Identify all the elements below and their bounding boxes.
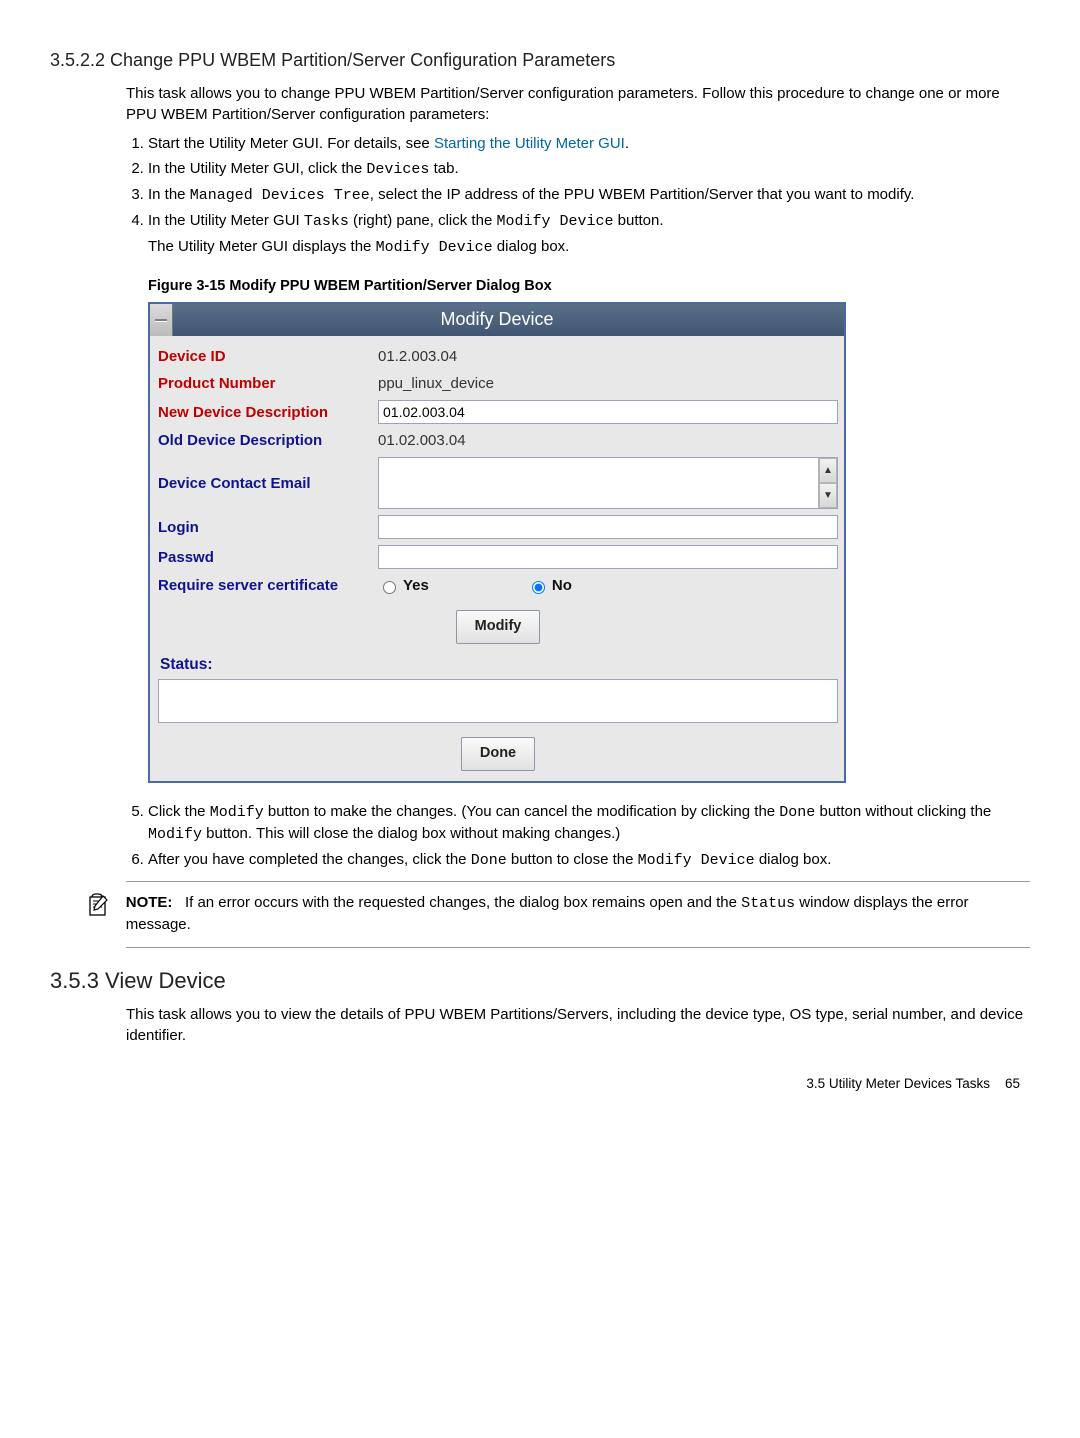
step-3: In the Managed Devices Tree, select the … <box>148 184 1030 206</box>
input-new-device-description[interactable] <box>378 400 838 424</box>
code-devices: Devices <box>366 161 429 178</box>
label-login: Login <box>158 517 378 538</box>
dialog-title: Modify Device <box>440 309 553 329</box>
done-button[interactable]: Done <box>461 737 535 770</box>
value-device-id: 01.2.003.04 <box>378 346 457 367</box>
code-status: Status <box>741 895 795 912</box>
note-label: NOTE: <box>126 894 173 911</box>
section-3-5-3-body: This task allows you to view the details… <box>126 1004 1030 1046</box>
code-tasks: Tasks <box>304 213 349 230</box>
code-managed-devices-tree: Managed Devices Tree <box>190 187 370 204</box>
step-5: Click the Modify button to make the chan… <box>148 801 1030 845</box>
status-label: Status: <box>160 654 838 676</box>
code-modify-btn: Modify <box>210 804 264 821</box>
code-modify-device: Modify Device <box>496 213 613 230</box>
link-starting-gui[interactable]: Starting the Utility Meter GUI <box>434 135 625 152</box>
label-require-server-certificate: Require server certificate <box>158 575 378 596</box>
system-menu-button[interactable] <box>150 304 173 336</box>
modify-device-dialog: Modify Device Device ID 01.2.003.04 Prod… <box>148 302 846 782</box>
step-1: Start the Utility Meter GUI. For details… <box>148 133 1030 154</box>
scroll-down-button[interactable]: ▼ <box>819 483 837 508</box>
modify-button[interactable]: Modify <box>456 610 541 643</box>
procedure-steps-cont: Click the Modify button to make the chan… <box>126 801 1030 871</box>
code-done-btn-2: Done <box>471 852 507 869</box>
dialog-titlebar: Modify Device <box>150 304 844 336</box>
code-modify-btn-2: Modify <box>148 826 202 843</box>
label-product-number: Product Number <box>158 373 378 394</box>
label-device-id: Device ID <box>158 346 378 367</box>
step-4: In the Utility Meter GUI Tasks (right) p… <box>148 210 1030 783</box>
label-no: No <box>552 575 572 596</box>
radio-no[interactable] <box>532 581 545 594</box>
heading-3-5-2-2: 3.5.2.2 Change PPU WBEM Partition/Server… <box>50 50 1030 71</box>
textarea-contact-email[interactable] <box>379 458 818 508</box>
footer-page-number: 65 <box>1005 1076 1020 1091</box>
label-contact-email: Device Contact Email <box>158 473 378 494</box>
value-product-number: ppu_linux_device <box>378 373 494 394</box>
label-passwd: Passwd <box>158 547 378 568</box>
step-6: After you have completed the changes, cl… <box>148 849 1030 871</box>
scroll-up-button[interactable]: ▲ <box>819 458 837 483</box>
figure-caption: Figure 3-15 Modify PPU WBEM Partition/Se… <box>148 276 1030 296</box>
label-new-device-description: New Device Description <box>158 402 378 423</box>
intro-paragraph: This task allows you to change PPU WBEM … <box>126 83 1030 125</box>
label-old-device-description: Old Device Description <box>158 430 378 451</box>
code-modify-device-2: Modify Device <box>376 239 493 256</box>
textarea-scrollbar[interactable]: ▲ ▼ <box>818 458 837 508</box>
footer-section: 3.5 Utility Meter Devices Tasks <box>806 1076 990 1091</box>
status-output <box>158 679 838 723</box>
value-old-device-description: 01.02.003.04 <box>378 430 466 451</box>
procedure-steps: Start the Utility Meter GUI. For details… <box>126 133 1030 783</box>
code-done-btn: Done <box>779 804 815 821</box>
radio-yes[interactable] <box>383 581 396 594</box>
step-2: In the Utility Meter GUI, click the Devi… <box>148 158 1030 180</box>
input-login[interactable] <box>378 515 838 539</box>
code-modify-device-3: Modify Device <box>638 852 755 869</box>
page-footer: 3.5 Utility Meter Devices Tasks 65 <box>50 1076 1030 1091</box>
intro-block: This task allows you to change PPU WBEM … <box>126 83 1030 871</box>
label-yes: Yes <box>403 575 429 596</box>
heading-3-5-3: 3.5.3 View Device <box>50 968 1030 994</box>
note-block: NOTE: If an error occurs with the reques… <box>126 881 1030 948</box>
input-passwd[interactable] <box>378 545 838 569</box>
note-icon <box>86 892 114 935</box>
